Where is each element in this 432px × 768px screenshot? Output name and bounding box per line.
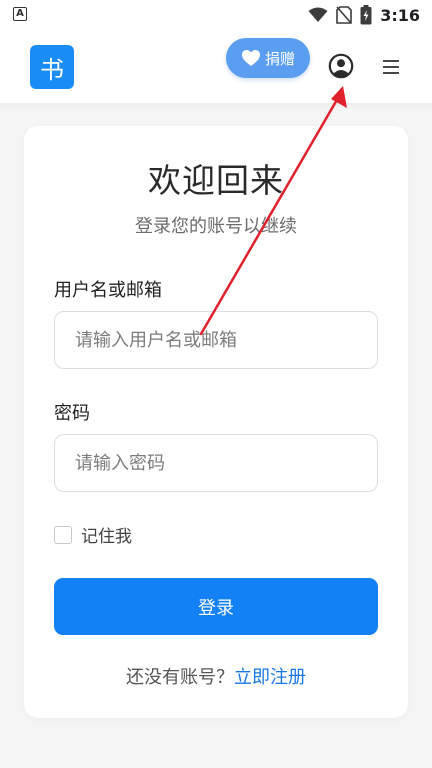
donate-button[interactable]: 捐赠 <box>226 38 310 78</box>
app-logo[interactable]: 书 <box>30 45 74 89</box>
app-header: 书 捐赠 <box>0 30 432 103</box>
login-button[interactable]: 登录 <box>54 578 378 635</box>
logo-text: 书 <box>40 55 64 84</box>
menu-icon <box>383 60 399 74</box>
status-icons: 3:16 <box>308 5 420 25</box>
menu-button[interactable] <box>378 54 404 80</box>
remember-me-checkbox[interactable] <box>54 525 72 544</box>
user-circle-icon <box>328 53 354 79</box>
login-button-label: 登录 <box>198 597 234 619</box>
no-sim-icon <box>336 6 353 24</box>
wifi-icon <box>308 7 328 22</box>
username-label: 用户名或邮箱 <box>54 280 162 301</box>
donate-label: 捐赠 <box>264 49 295 68</box>
remember-me-label: 记住我 <box>81 527 132 547</box>
register-prompt: 还没有账号？ <box>126 667 234 688</box>
page-title: 欢迎回来 <box>148 161 284 200</box>
heart-icon <box>241 49 261 67</box>
app-notification-icon: A <box>13 7 27 21</box>
username-input[interactable] <box>54 311 378 369</box>
battery-charging-icon <box>360 5 372 25</box>
password-input[interactable] <box>54 434 378 492</box>
register-link[interactable]: 立即注册 <box>234 667 306 688</box>
remember-me-row[interactable]: 记住我 <box>54 522 132 547</box>
status-time: 3:16 <box>380 5 420 25</box>
password-label: 密码 <box>54 403 90 424</box>
user-account-button[interactable] <box>327 52 355 80</box>
register-row: 还没有账号？立即注册 <box>24 663 408 689</box>
status-bar: A 3:16 <box>0 0 432 30</box>
login-card: 欢迎回来 登录您的账号以继续 用户名或邮箱 密码 记住我 登录 还没有账号？立即… <box>24 126 408 718</box>
app-screen: A 3:16 书 捐赠 欢迎回来 登录您的账号以继续 用户名或邮箱 请输入用户名… <box>0 0 432 768</box>
page-subtitle: 登录您的账号以继续 <box>135 216 297 237</box>
